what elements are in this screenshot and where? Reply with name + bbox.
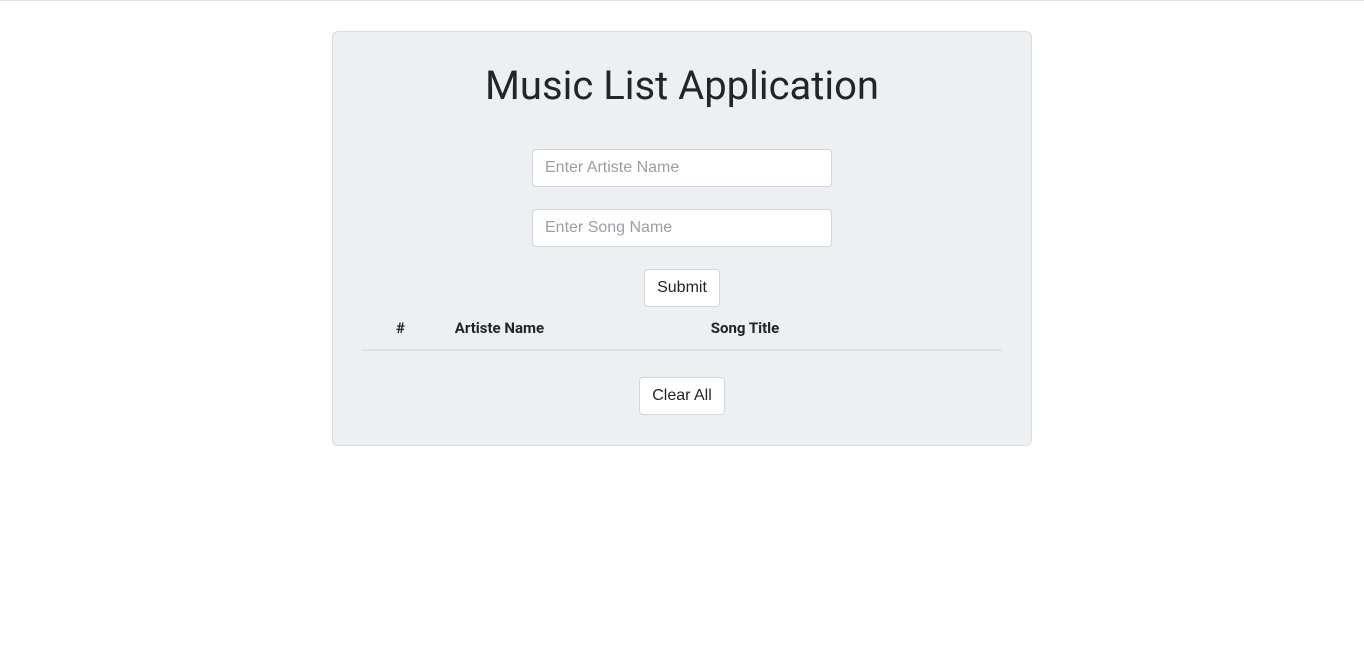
- app-card: Music List Application Submit # Artiste …: [332, 31, 1032, 446]
- col-header-song: Song Title: [695, 307, 938, 350]
- music-table: # Artiste Name Song Title: [362, 307, 1002, 351]
- submit-button[interactable]: Submit: [644, 269, 720, 307]
- submit-row: Submit: [348, 269, 1016, 307]
- music-table-wrapper: # Artiste Name Song Title: [348, 307, 1016, 351]
- song-name-input[interactable]: [532, 209, 832, 247]
- col-header-artiste: Artiste Name: [439, 307, 695, 350]
- song-field-row: [348, 209, 1016, 247]
- clear-all-button[interactable]: Clear All: [639, 377, 725, 415]
- page-title: Music List Application: [348, 62, 1016, 109]
- table-header-row: # Artiste Name Song Title: [362, 307, 1002, 350]
- col-header-index: #: [362, 307, 439, 350]
- col-header-actions: [938, 307, 1002, 350]
- artiste-field-row: [348, 149, 1016, 187]
- clear-row: Clear All: [348, 377, 1016, 415]
- artiste-name-input[interactable]: [532, 149, 832, 187]
